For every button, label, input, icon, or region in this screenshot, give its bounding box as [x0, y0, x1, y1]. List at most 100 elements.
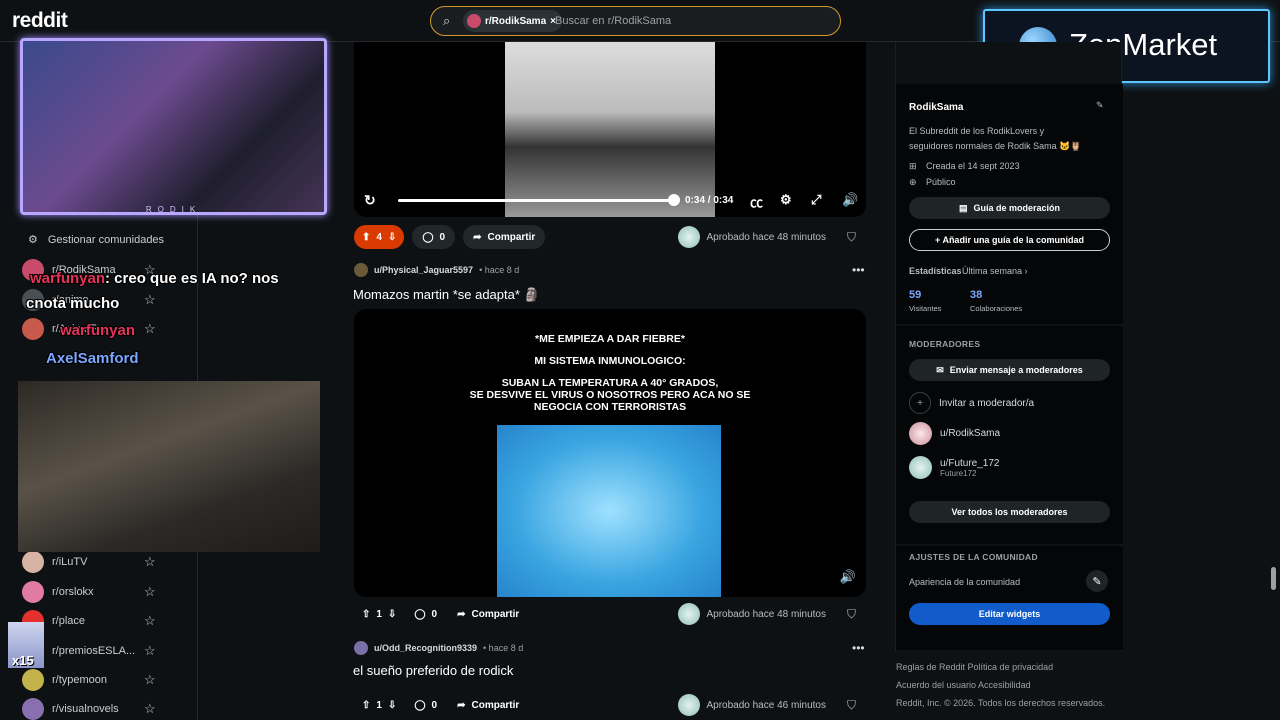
- edit-widgets-button[interactable]: Editar widgets: [909, 603, 1110, 625]
- moderator-name: u/Future_172: [940, 457, 1000, 469]
- share-button[interactable]: ➦ Compartir: [447, 602, 529, 626]
- fullscreen-icon[interactable]: ⤢: [811, 192, 821, 208]
- comment-icon: ◯: [422, 231, 434, 243]
- moderator-item[interactable]: u/RodikSama: [909, 422, 1000, 445]
- video-controls: ↻ 0:34 / 0:34 ㏄ ⚙ ⤢ 🔊: [354, 186, 866, 216]
- search-input[interactable]: Buscar en r/RodikSama: [555, 15, 671, 27]
- downvote-icon[interactable]: ⇩: [388, 232, 396, 243]
- scrollbar[interactable]: [1271, 567, 1276, 590]
- shield-icon[interactable]: ⛉: [847, 230, 856, 245]
- settings-heading: AJUSTES DE LA COMUNIDAD: [909, 552, 1038, 562]
- captions-icon[interactable]: ㏄: [750, 192, 763, 211]
- globe-icon: ⊕: [909, 177, 917, 187]
- post-author[interactable]: u/Odd_Recognition9339: [374, 643, 477, 653]
- shield-icon[interactable]: ⛉: [847, 607, 856, 622]
- upvote-icon[interactable]: ⇧: [362, 700, 370, 711]
- star-icon[interactable]: ☆: [144, 584, 156, 600]
- post-author[interactable]: u/Physical_Jaguar5597: [374, 265, 473, 275]
- search-icon: ⌕: [443, 13, 451, 28]
- edit-icon[interactable]: ✎: [1096, 100, 1104, 111]
- sidebar-item-community[interactable]: r/visualnovels ☆: [22, 698, 162, 720]
- approval-status: Aprobado hace 48 minutos: [678, 603, 826, 625]
- star-icon[interactable]: ☆: [144, 554, 156, 570]
- cam-caption: RODIK: [145, 205, 202, 214]
- manage-communities[interactable]: ⚙ Gestionar comunidades: [28, 233, 164, 247]
- post-age: • hace 8 d: [479, 265, 520, 275]
- approval-text: Aprobado hace 46 minutos: [706, 699, 826, 711]
- star-icon[interactable]: ☆: [144, 321, 156, 337]
- star-icon[interactable]: ☆: [144, 613, 156, 629]
- upvote-icon[interactable]: ⇧: [362, 609, 370, 620]
- caption-line: NEGOCIA CON TERRORISTAS: [533, 401, 687, 413]
- vote-control[interactable]: ⇧ 1 ⇩: [354, 693, 404, 717]
- post-actions: ⇧ 1 ⇩ ◯ 0 ➦ Compartir Aprobado hace 46 m…: [354, 692, 866, 718]
- post-actions: ⇧ 1 ⇩ ◯ 0 ➦ Compartir Aprobado hace 48 m…: [354, 601, 866, 627]
- mail-icon: ✉: [936, 364, 944, 375]
- search-community-chip[interactable]: r/RodikSama ×: [463, 10, 562, 32]
- edit-icon[interactable]: ✎: [1086, 570, 1108, 592]
- comment-count: 0: [431, 608, 438, 620]
- star-icon[interactable]: ☆: [144, 672, 156, 688]
- add-guide-button[interactable]: + Añadir una guía de la comunidad: [909, 229, 1110, 251]
- message-moderators-button[interactable]: ✉ Enviar mensaje a moderadores: [909, 359, 1110, 381]
- more-options-icon[interactable]: •••: [852, 641, 865, 655]
- view-all-moderators-button[interactable]: Ver todos los moderadores: [909, 501, 1110, 523]
- sidebar-item-community[interactable]: r/iLuTV ☆: [22, 551, 162, 573]
- video-time: 0:34 / 0:34: [685, 195, 734, 206]
- moderator-avatar: [909, 422, 932, 445]
- star-icon[interactable]: ☆: [144, 292, 156, 308]
- replay-icon[interactable]: ↻: [364, 192, 376, 209]
- star-icon[interactable]: ☆: [144, 701, 156, 717]
- post-video[interactable]: *ME EMPIEZA A DAR FIEBRE* MI SISTEMA INM…: [354, 309, 866, 597]
- share-button[interactable]: ➦ Compartir: [447, 693, 529, 717]
- shield-icon[interactable]: ⛉: [847, 698, 856, 713]
- moderation-guide-button[interactable]: ▤ Guía de moderación: [909, 197, 1110, 219]
- comments-button[interactable]: ◯ 0: [412, 225, 456, 249]
- comment-count: 0: [439, 231, 446, 243]
- sidebar-item-label: r/premiosESLA...: [52, 645, 136, 657]
- sidebar-item-community[interactable]: r/orslokx ☆: [22, 581, 162, 603]
- settings-icon[interactable]: ⚙: [780, 192, 792, 208]
- downvote-icon[interactable]: ⇩: [388, 700, 396, 711]
- chat-username: warfunyan: [30, 270, 106, 287]
- comments-button[interactable]: ◯ 0: [404, 602, 447, 626]
- post-meta: u/Odd_Recognition9339 • hace 8 d: [354, 641, 523, 655]
- comment-count: 0: [431, 699, 438, 711]
- downvote-icon[interactable]: ⇩: [388, 609, 396, 620]
- moderator-item[interactable]: u/Future_172 Future172: [909, 456, 1000, 479]
- invite-label: Invitar a moderador/a: [939, 397, 1035, 409]
- gear-icon: ⚙: [28, 234, 38, 246]
- sidebar-item-label: r/place: [52, 615, 86, 627]
- invite-moderator[interactable]: + Invitar a moderador/a: [909, 392, 1034, 414]
- sidebar-item-community[interactable]: r/typemoon ☆: [22, 669, 162, 691]
- footer-links[interactable]: Reglas de Reddit Política de privacidad: [896, 662, 1053, 672]
- upvote-icon[interactable]: ⬆: [362, 232, 370, 243]
- caption-line: *ME EMPIEZA A DAR FIEBRE*: [535, 333, 685, 345]
- more-options-icon[interactable]: •••: [852, 263, 865, 277]
- moderator-avatar: [678, 226, 701, 248]
- chat-message: warfunyan: creo que es IA no? nos: [30, 270, 279, 287]
- vote-control[interactable]: ⬆ 4 ⇩: [354, 225, 405, 249]
- comments-button[interactable]: ◯ 0: [404, 693, 447, 717]
- community-settings-card: AJUSTES DE LA COMUNIDAD Apariencia de la…: [896, 546, 1123, 650]
- chat-message: AxelSamford: [46, 350, 139, 367]
- search-bar[interactable]: ⌕ r/RodikSama × Buscar en r/RodikSama: [430, 6, 841, 36]
- button-label: Enviar mensaje a moderadores: [949, 365, 1083, 375]
- community-sidebar: RodikSama ✎ El Subreddit de los RodikLov…: [895, 42, 1123, 652]
- reddit-logo[interactable]: reddit: [12, 9, 68, 33]
- chat-message: cnota mucho: [26, 295, 119, 312]
- share-button[interactable]: ➦ Compartir: [463, 225, 546, 249]
- post-title[interactable]: Momazos martin *se adapta* 🗿: [353, 287, 540, 303]
- volume-icon[interactable]: 🔊: [842, 192, 858, 208]
- community-name: RodikSama: [909, 102, 964, 113]
- star-icon[interactable]: ☆: [144, 643, 156, 659]
- contributions-label: Colaboraciones: [970, 304, 1023, 313]
- stats-period[interactable]: Última semana ›: [962, 266, 1028, 276]
- footer-links[interactable]: Acuerdo del usuario Accesibilidad: [896, 680, 1031, 690]
- comment-icon: ◯: [414, 608, 426, 620]
- progress-handle[interactable]: [668, 194, 680, 206]
- post-title[interactable]: el sueño preferido de rodick: [353, 663, 513, 678]
- volume-icon[interactable]: 🔊: [840, 569, 856, 585]
- video-progress[interactable]: [398, 199, 673, 202]
- vote-control[interactable]: ⇧ 1 ⇩: [354, 602, 404, 626]
